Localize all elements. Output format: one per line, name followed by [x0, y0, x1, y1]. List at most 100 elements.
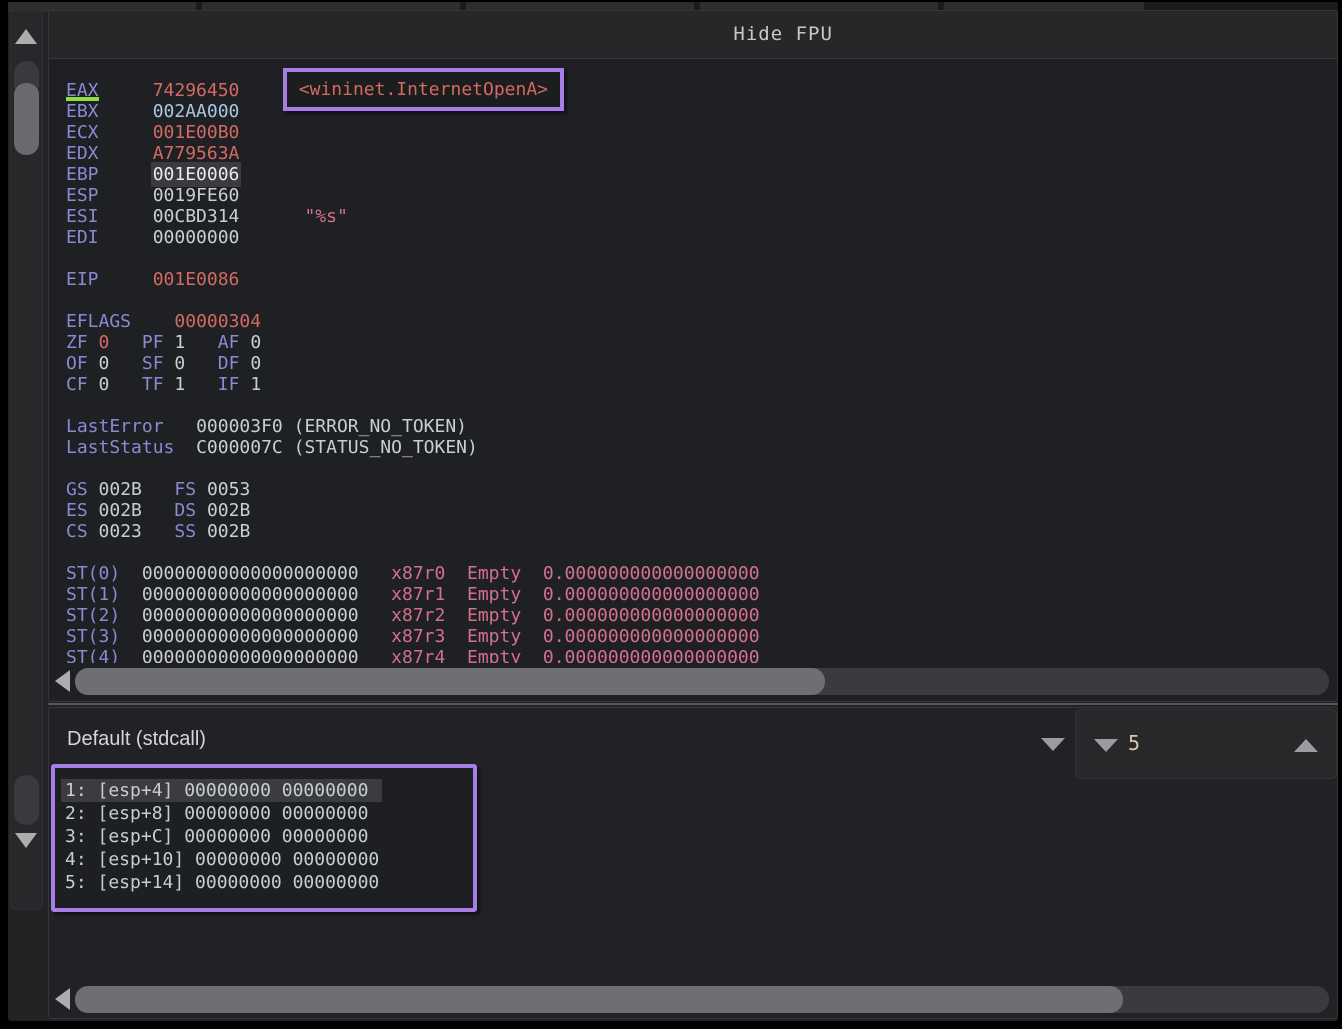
scroll-left-arrow-icon[interactable] — [55, 988, 70, 1010]
vertical-scrollbar-thumb[interactable] — [14, 83, 39, 155]
calling-convention-select[interactable]: Default (stdcall) — [67, 728, 206, 751]
register-label: LastStatus — [66, 437, 174, 458]
register-label: ST(3) — [66, 626, 120, 647]
register-line[interactable]: CF 0 TF 1 IF 1 — [66, 374, 1337, 395]
argument-row[interactable]: 1: [esp+4] 00000000 00000000 — [61, 779, 382, 802]
register-value: 1 — [174, 374, 185, 395]
register-value — [88, 374, 99, 395]
register-value — [109, 332, 142, 353]
arguments-hscrollbar-track[interactable] — [75, 986, 1329, 1013]
register-label: ES — [66, 500, 88, 521]
register-line[interactable]: ST(3) 00000000000000000000 x87r3 Empty 0… — [66, 626, 1337, 647]
register-line[interactable]: CS 0023 SS 002B — [66, 521, 1337, 542]
register-value: 00000000000000000000 — [142, 584, 359, 605]
register-label: SF — [142, 353, 164, 374]
register-line[interactable]: EAX 74296450 <wininet.InternetOpenA> — [66, 80, 1337, 101]
register-value — [185, 353, 218, 374]
register-line[interactable]: EDX A779563A — [66, 143, 1337, 164]
register-label: OF — [66, 353, 88, 374]
register-line[interactable]: EDI 00000000 — [66, 227, 1337, 248]
register-value — [164, 353, 175, 374]
register-line[interactable]: EIP 001E0086 — [66, 269, 1337, 290]
register-line[interactable]: ES 002B DS 002B — [66, 500, 1337, 521]
arguments-panel: Default (stdcall) 5 1: [esp+4] 00000000 … — [48, 707, 1338, 1019]
register-value — [359, 563, 392, 584]
registers-hscrollbar-track[interactable] — [75, 668, 1329, 695]
debugger-window: Hide FPU EAX 74296450 <wininet.InternetO… — [8, 2, 1338, 1021]
register-line[interactable]: ESP 0019FE60 — [66, 185, 1337, 206]
register-value — [99, 164, 153, 185]
register-label: CS — [66, 521, 88, 542]
argument-row[interactable]: 2: [esp+8] 00000000 00000000 — [61, 802, 382, 825]
register-line[interactable]: LastError 000003F0 (ERROR_NO_TOKEN) — [66, 416, 1337, 437]
arg-count-value[interactable]: 5 — [1128, 731, 1140, 755]
register-line[interactable]: EBP 001E0006 — [66, 164, 1337, 185]
register-label: LastError — [66, 416, 164, 437]
register-value: x87r3 Empty 0.000000000000000000 — [391, 626, 759, 647]
arg-count-spinner[interactable]: 5 — [1075, 709, 1337, 779]
register-label: TF — [142, 374, 164, 395]
register-value — [88, 521, 99, 542]
register-value: 00000304 — [174, 311, 261, 332]
register-value: 002B — [207, 521, 250, 542]
register-value — [99, 206, 153, 227]
register-label: ST(0) — [66, 563, 120, 584]
register-value — [88, 332, 99, 353]
spinner-decrement-icon[interactable] — [1094, 739, 1118, 752]
registers-hscrollbar[interactable] — [51, 665, 1335, 698]
register-value — [359, 605, 392, 626]
register-line — [66, 395, 1337, 416]
arguments-hscrollbar[interactable] — [51, 983, 1335, 1016]
register-line[interactable]: ZF 0 PF 1 AF 0 — [66, 332, 1337, 353]
scroll-left-arrow-icon[interactable] — [55, 670, 70, 692]
register-line[interactable]: ST(2) 00000000000000000000 x87r2 Empty 0… — [66, 605, 1337, 626]
register-line[interactable]: EFLAGS 00000304 — [66, 311, 1337, 332]
scroll-down-arrow-icon[interactable] — [15, 833, 37, 848]
argument-row[interactable]: 4: [esp+10] 00000000 00000000 — [61, 848, 393, 871]
registers-hscrollbar-thumb[interactable] — [75, 668, 825, 695]
register-line[interactable]: GS 002B FS 0053 — [66, 479, 1337, 500]
register-value: 0 — [250, 332, 261, 353]
spinner-increment-icon[interactable] — [1294, 739, 1318, 752]
register-value — [120, 584, 142, 605]
argument-row[interactable]: 3: [esp+C] 00000000 00000000 — [61, 825, 382, 848]
panel-splitter[interactable] — [48, 703, 1338, 705]
register-line[interactable]: ST(4) 00000000000000000000 x87r4 Empty 0… — [66, 647, 1337, 663]
arguments-highlight-box: 1: [esp+4] 00000000 000000002: [esp+8] 0… — [51, 764, 477, 912]
register-line[interactable]: OF 0 SF 0 DF 0 — [66, 353, 1337, 374]
register-label: DS — [174, 500, 196, 521]
arguments-hscrollbar-thumb[interactable] — [75, 986, 1123, 1013]
chevron-down-icon[interactable] — [1041, 738, 1065, 751]
vertical-scrollbar[interactable] — [10, 10, 43, 910]
register-value: 001E0006 — [153, 164, 240, 185]
register-value: 00000000 — [153, 227, 240, 248]
register-value — [120, 647, 142, 663]
register-line[interactable]: ESI 00CBD314 "%s" — [66, 206, 1337, 227]
register-line — [66, 458, 1337, 479]
register-value — [239, 206, 304, 227]
scroll-up-arrow-icon[interactable] — [15, 29, 37, 44]
register-value — [99, 269, 153, 290]
fpu-toggle-bar: Hide FPU — [49, 11, 1337, 59]
register-value — [239, 80, 282, 101]
register-line[interactable]: ST(0) 00000000000000000000 x87r0 Empty 0… — [66, 563, 1337, 584]
register-value — [359, 647, 392, 663]
register-value — [196, 500, 207, 521]
register-line[interactable]: LastStatus C000007C (STATUS_NO_TOKEN) — [66, 437, 1337, 458]
register-value: 1 — [250, 374, 261, 395]
register-line[interactable]: ECX 001E00B0 — [66, 122, 1337, 143]
register-value — [99, 227, 153, 248]
register-value — [120, 563, 142, 584]
register-value — [120, 605, 142, 626]
register-value — [131, 311, 174, 332]
register-label: EIP — [66, 269, 99, 290]
register-label: CF — [66, 374, 88, 395]
registers-panel: Hide FPU EAX 74296450 <wininet.InternetO… — [48, 10, 1338, 702]
register-value — [174, 437, 196, 458]
argument-row[interactable]: 5: [esp+14] 00000000 00000000 — [61, 871, 393, 894]
hide-fpu-button[interactable]: Hide FPU — [733, 23, 833, 45]
register-value — [142, 521, 175, 542]
register-line[interactable]: EBX 002AA000 — [66, 101, 1337, 122]
register-line[interactable]: ST(1) 00000000000000000000 x87r1 Empty 0… — [66, 584, 1337, 605]
scrollbar-track-segment — [14, 775, 39, 825]
